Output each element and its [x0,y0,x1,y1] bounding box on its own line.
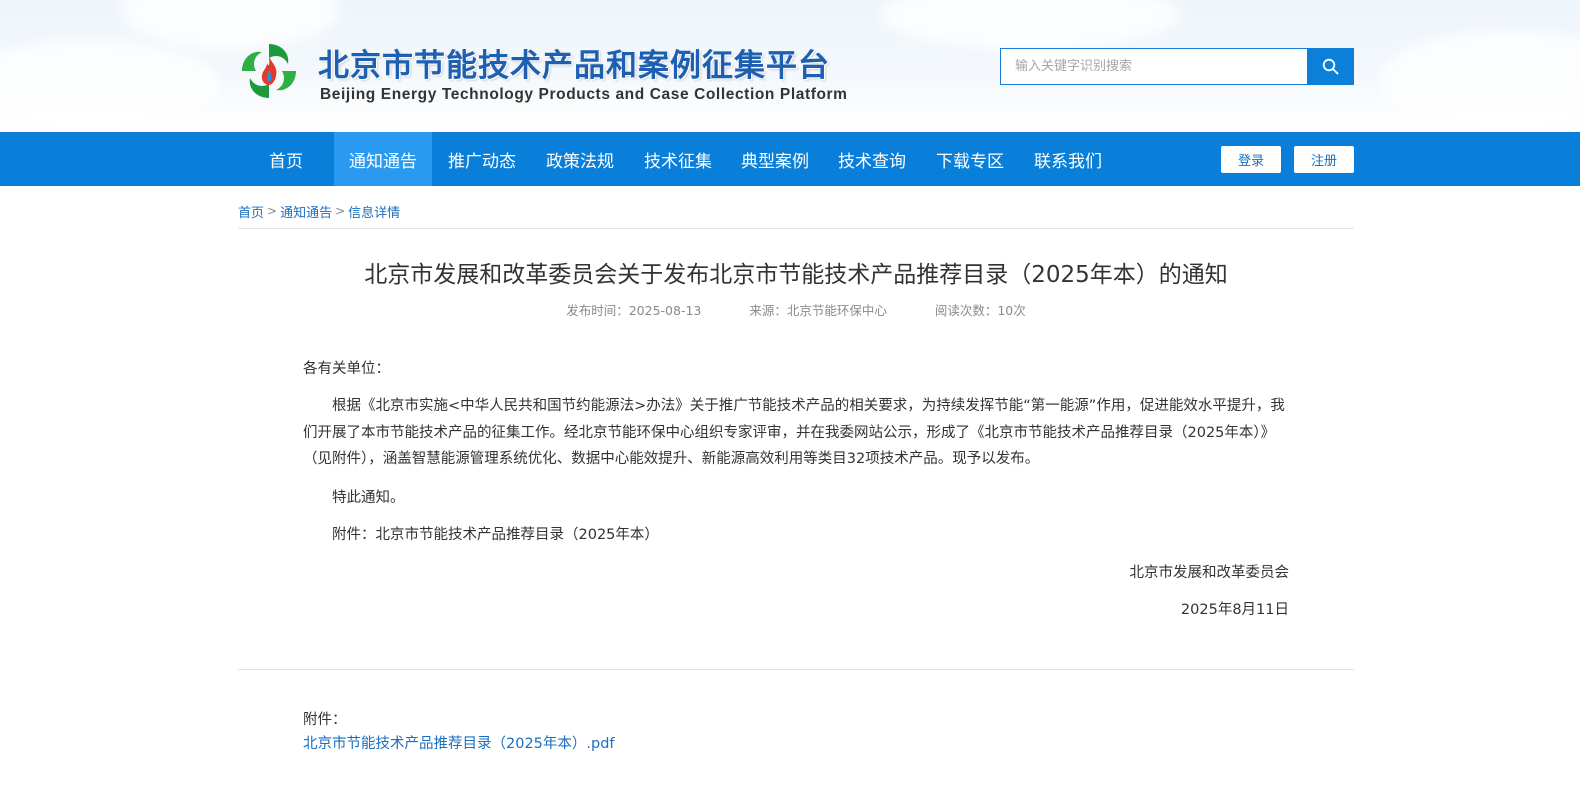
site-title: 北京市节能技术产品和案例征集平台 [318,48,830,84]
site-logo[interactable]: 北京市节能技术产品和案例征集平台 Beijing Energy Technolo… [238,38,858,108]
breadcrumb-divider [238,228,1354,229]
breadcrumb: 首页 > 通知通告 > 信息详情 [238,202,400,221]
attachment-link[interactable]: 北京市节能技术产品推荐目录（2025年本）.pdf [303,732,615,753]
nav-item-home[interactable]: 首页 [252,132,320,186]
login-button[interactable]: 登录 [1221,146,1281,173]
nav-item-tech-collection[interactable]: 技术征集 [636,132,720,186]
header-cloud [1380,30,1580,130]
article-meta: 发布时间：2025-08-13 来源：北京节能环保中心 阅读次数：10次 [238,300,1354,319]
nav-item-policies[interactable]: 政策法规 [538,132,622,186]
chevron-right-icon: > [335,204,346,218]
nav-item-tech-query[interactable]: 技术查询 [830,132,914,186]
article-source: 来源：北京节能环保中心 [749,303,887,318]
nav-item-cases[interactable]: 典型案例 [733,132,817,186]
publish-time: 发布时间：2025-08-13 [566,303,702,318]
site-header: 北京市节能技术产品和案例征集平台 Beijing Energy Technolo… [0,0,1580,132]
article-salutation: 各有关单位： [303,361,390,377]
search-input[interactable] [1000,48,1308,85]
header-cloud [0,40,220,130]
logo-icon [242,44,296,98]
nav-item-contact[interactable]: 联系我们 [1026,132,1110,186]
nav-item-downloads[interactable]: 下载专区 [928,132,1012,186]
search-button[interactable] [1307,48,1354,85]
header-cloud [880,0,1180,50]
attachments-label: 附件： [303,712,347,728]
view-count: 阅读次数：10次 [934,303,1026,318]
article-closing: 特此通知。 [332,490,405,506]
nav-item-promotion[interactable]: 推广动态 [440,132,524,186]
breadcrumb-current[interactable]: 信息详情 [348,202,400,221]
attachment-divider [238,669,1354,670]
article-attachment-note: 附件：北京市节能技术产品推荐目录（2025年本） [332,527,659,543]
breadcrumb-notices[interactable]: 通知通告 [280,202,332,221]
site-subtitle: Beijing Energy Technology Products and C… [320,86,848,103]
search-icon [1322,58,1339,75]
register-button[interactable]: 注册 [1294,146,1354,173]
article-issuer: 北京市发展和改革委员会 [1129,565,1290,581]
article-title: 北京市发展和改革委员会关于发布北京市节能技术产品推荐目录（2025年本）的通知 [364,262,1228,288]
article-date: 2025年8月11日 [1180,602,1289,618]
chevron-right-icon: > [267,204,278,218]
breadcrumb-home[interactable]: 首页 [238,202,264,221]
search-bar [1000,48,1354,85]
nav-item-notices[interactable]: 通知通告 [334,132,432,186]
article-paragraph: 根据《北京市实施<中华人民共和国节约能源法>办法》关于推广节能技术产品的相关要求… [303,398,1285,467]
